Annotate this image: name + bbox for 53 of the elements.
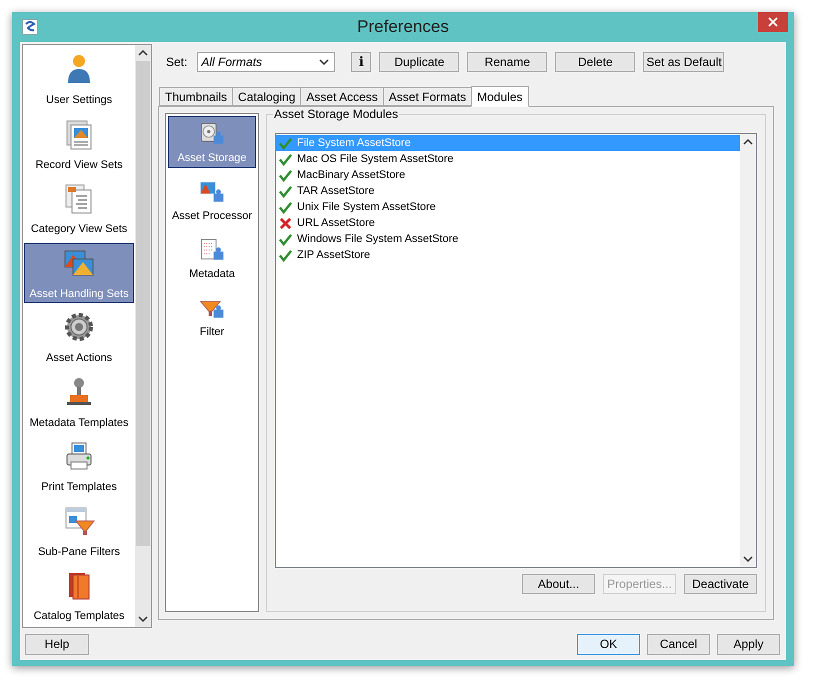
- set-dropdown[interactable]: All Formats: [197, 52, 336, 72]
- sidebar-item[interactable]: Print Templates: [24, 436, 134, 496]
- sidebar-item[interactable]: Catalog Templates: [24, 565, 134, 626]
- set-button[interactable]: Set as Default: [643, 52, 724, 72]
- tab[interactable]: Modules: [471, 86, 528, 107]
- set-button[interactable]: Delete: [555, 52, 636, 72]
- tab[interactable]: Cataloging: [232, 87, 302, 106]
- tab[interactable]: Asset Access: [300, 87, 384, 106]
- filter-icon: [63, 504, 96, 536]
- scroll-down-icon[interactable]: [138, 615, 148, 623]
- scroll-down-icon[interactable]: [743, 555, 753, 563]
- module-type-item[interactable]: Metadata: [168, 232, 256, 284]
- dialog-button[interactable]: Cancel: [647, 634, 710, 654]
- sidebar-item[interactable]: Metadata Templates: [24, 372, 134, 432]
- sidebar-item[interactable]: User Settings: [24, 49, 134, 110]
- module-row[interactable]: TAR AssetStore: [276, 183, 740, 199]
- set-label: Set:: [166, 54, 188, 71]
- set-button[interactable]: Rename: [467, 52, 548, 72]
- module-row[interactable]: URL AssetStore: [276, 215, 740, 231]
- module-row[interactable]: Unix File System AssetStore: [276, 199, 740, 215]
- group-title: Asset Storage Modules: [273, 107, 400, 121]
- module-button[interactable]: Deactivate: [684, 574, 757, 594]
- dialog-button[interactable]: OK: [577, 634, 640, 654]
- close-button[interactable]: [758, 12, 788, 32]
- close-icon: [768, 17, 778, 27]
- window-title: Preferences: [356, 16, 450, 38]
- scrollbar[interactable]: [135, 45, 151, 627]
- sidebar-item[interactable]: Record View Sets: [24, 114, 134, 174]
- dialog-button[interactable]: Apply: [717, 634, 780, 654]
- scroll-thumb[interactable]: [136, 61, 150, 546]
- dropdown-caret-icon: [319, 59, 330, 65]
- scroll-up-icon[interactable]: [138, 49, 148, 57]
- module-type-item[interactable]: Filter: [168, 290, 256, 342]
- set-button[interactable]: Duplicate: [379, 52, 460, 72]
- module-row[interactable]: Mac OS File System AssetStore: [276, 151, 740, 167]
- help-button[interactable]: Help: [25, 634, 89, 654]
- tab[interactable]: Asset Formats: [382, 87, 472, 106]
- disk-icon: [199, 121, 225, 147]
- document-icon: [199, 237, 225, 263]
- module-row[interactable]: ZIP AssetStore: [276, 247, 740, 263]
- sidebar-item[interactable]: Asset Actions: [24, 307, 134, 368]
- module-type-item[interactable]: Asset Processor: [168, 174, 256, 226]
- sidebar-item[interactable]: Category View Sets: [24, 178, 134, 238]
- tab[interactable]: Thumbnails: [159, 87, 234, 106]
- gear-icon: [63, 311, 96, 343]
- scrollbar[interactable]: [740, 134, 756, 567]
- info-button[interactable]: i: [351, 52, 372, 72]
- module-row[interactable]: MacBinary AssetStore: [276, 167, 740, 183]
- module-button[interactable]: About...: [522, 574, 595, 594]
- module-row[interactable]: Windows File System AssetStore: [276, 231, 740, 247]
- scroll-up-icon[interactable]: [743, 138, 753, 146]
- sidebar-item[interactable]: Sub-Pane Filters: [24, 500, 134, 561]
- app-icon: [22, 19, 38, 35]
